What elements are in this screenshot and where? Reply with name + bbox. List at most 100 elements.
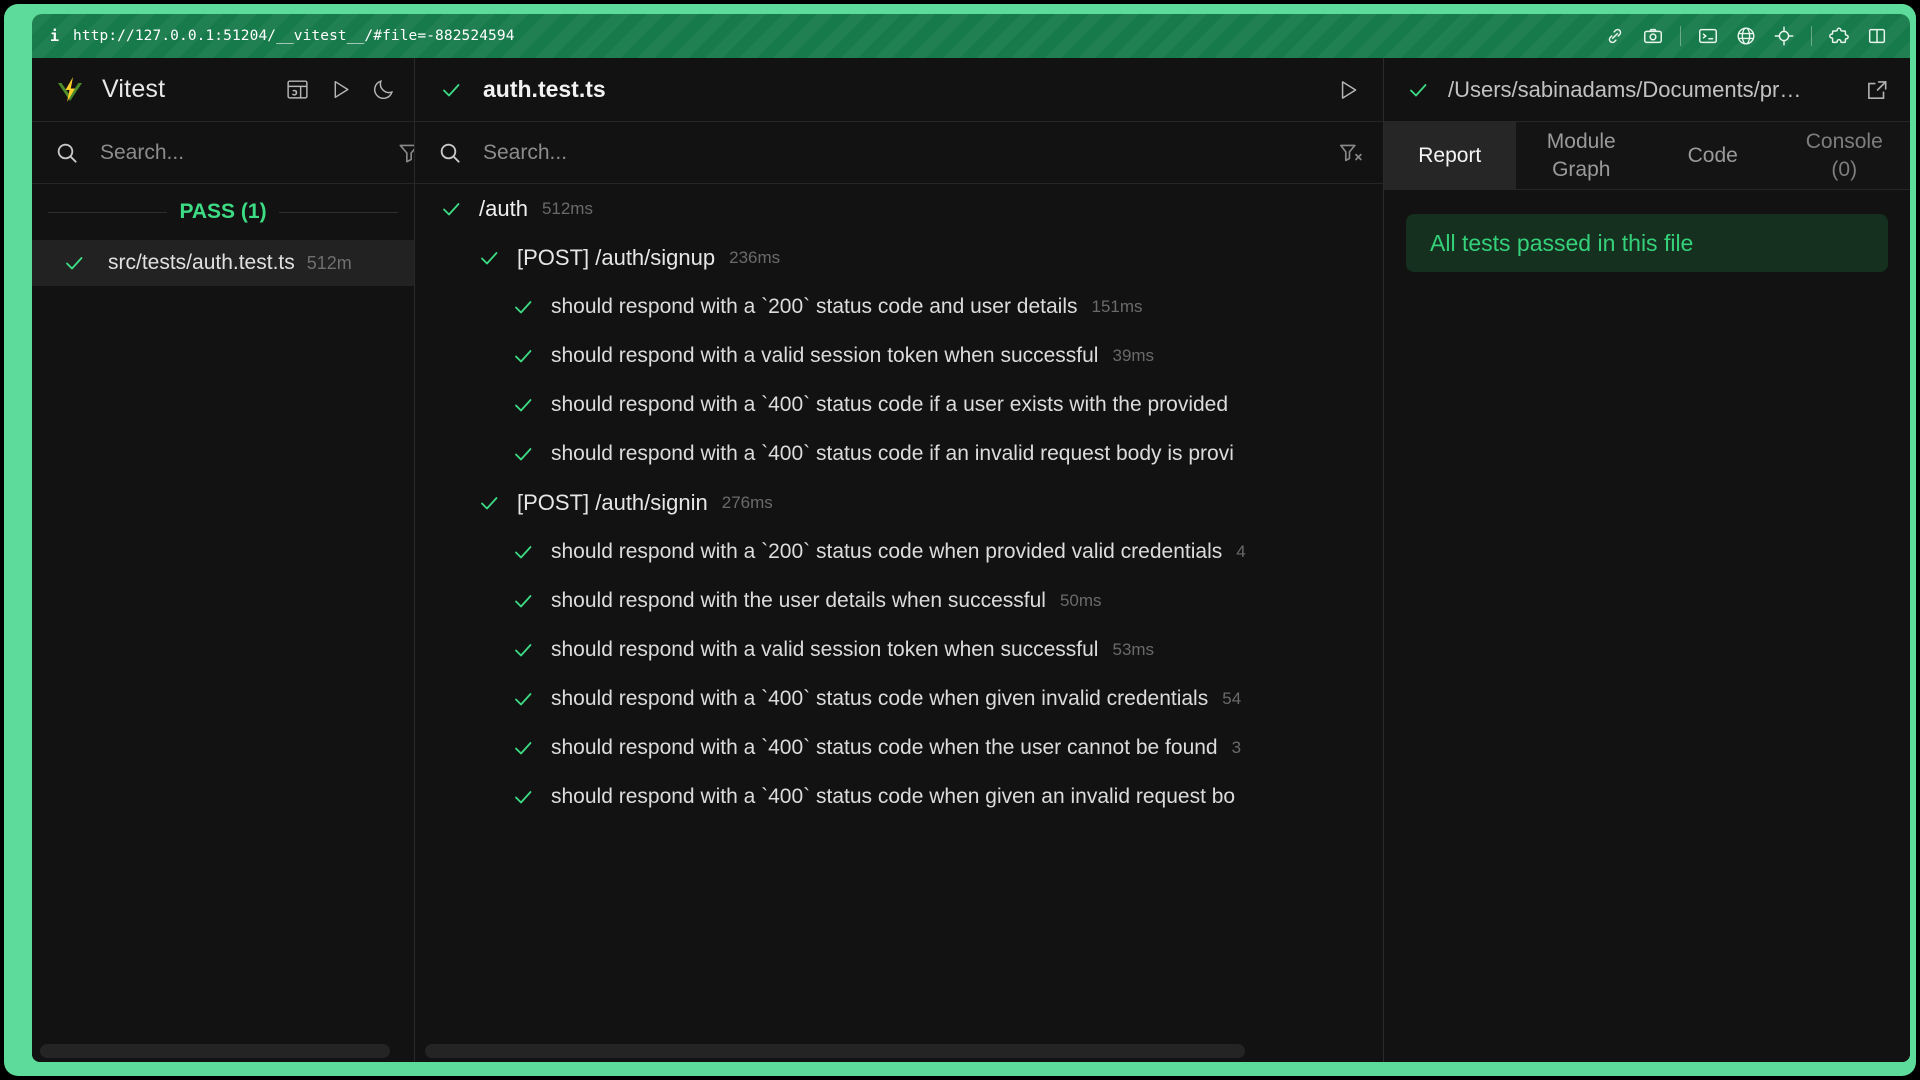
test-tree-row[interactable]: should respond with a `400` status code … xyxy=(415,772,1383,821)
test-duration: 4 xyxy=(1236,542,1245,562)
check-icon xyxy=(511,785,535,809)
check-icon xyxy=(511,736,535,760)
check-icon xyxy=(439,78,463,102)
test-name: should respond with a `400` status code … xyxy=(551,442,1234,466)
sidebar-horizontal-scrollbar[interactable] xyxy=(40,1044,390,1058)
target-icon[interactable] xyxy=(1773,25,1795,47)
test-tree-row[interactable]: /auth512ms xyxy=(415,184,1383,233)
check-icon xyxy=(511,442,535,466)
test-tree-row[interactable]: [POST] /auth/signup236ms xyxy=(415,233,1383,282)
test-duration: 3 xyxy=(1232,738,1241,758)
dashboard-icon[interactable] xyxy=(285,77,310,102)
filter-icon[interactable] xyxy=(396,140,415,166)
tab-console[interactable]: Console(0) xyxy=(1779,122,1911,189)
split-panel-icon[interactable] xyxy=(1866,25,1888,47)
divider xyxy=(1811,26,1812,46)
test-duration: 276ms xyxy=(722,493,773,513)
tab-label: Module xyxy=(1547,128,1616,156)
test-file-header: auth.test.ts xyxy=(415,58,1383,122)
check-icon xyxy=(511,589,535,613)
test-name: should respond with the user details whe… xyxy=(551,589,1046,613)
test-tree-row[interactable]: should respond with a `400` status code … xyxy=(415,723,1383,772)
test-tree-row[interactable]: should respond with a `200` status code … xyxy=(415,282,1383,331)
report-panel: /Users/sabinadams/Documents/pr… Report Mo… xyxy=(1384,58,1910,1062)
test-name: should respond with a `200` status code … xyxy=(551,295,1078,319)
camera-icon[interactable] xyxy=(1642,25,1664,47)
test-tree-row[interactable]: should respond with a `400` status code … xyxy=(415,429,1383,478)
divider xyxy=(1680,26,1681,46)
tab-module[interactable]: ModuleGraph xyxy=(1516,122,1648,189)
check-icon xyxy=(511,393,535,417)
url-bar[interactable]: i http://127.0.0.1:51204/__vitest__/#fil… xyxy=(32,14,1910,58)
check-icon xyxy=(62,251,86,275)
tab-report[interactable]: Report xyxy=(1384,122,1516,189)
sidebar-header: Vitest xyxy=(32,58,414,122)
test-detail-panel: auth.test.ts /auth512ms[POST] /auth/sign… xyxy=(415,58,1384,1062)
info-icon: i xyxy=(50,27,59,45)
tab-sublabel: (0) xyxy=(1831,156,1857,184)
run-file-icon[interactable] xyxy=(1335,77,1361,103)
test-tree-row[interactable]: [POST] /auth/signin 276ms xyxy=(415,478,1383,527)
test-name: [POST] /auth/signin xyxy=(517,490,708,516)
check-icon xyxy=(511,344,535,368)
tab-sublabel: Graph xyxy=(1552,156,1610,184)
test-duration: 39ms xyxy=(1112,346,1154,366)
file-path: /Users/sabinadams/Documents/pr… xyxy=(1448,77,1801,103)
tab-code[interactable]: Code xyxy=(1647,122,1779,189)
vitest-logo-icon xyxy=(54,74,86,106)
test-tree-row[interactable]: should respond with a valid session toke… xyxy=(415,331,1383,380)
terminal-icon[interactable] xyxy=(1697,25,1719,47)
test-panel-horizontal-scrollbar[interactable] xyxy=(425,1044,1245,1058)
check-icon xyxy=(477,246,501,270)
url-text: http://127.0.0.1:51204/__vitest__/#file=… xyxy=(73,28,515,44)
app-title: Vitest xyxy=(102,75,165,104)
tab-label: Code xyxy=(1688,142,1738,170)
test-search-row[interactable] xyxy=(415,122,1383,184)
filter-clear-icon[interactable] xyxy=(1337,140,1363,166)
test-duration: 151ms xyxy=(1092,297,1143,317)
vitest-ui: Vitest PASS (1) src/tests/auth.tes xyxy=(32,58,1910,1062)
test-name: should respond with a valid session toke… xyxy=(551,344,1098,368)
test-name: should respond with a `400` status code … xyxy=(551,785,1235,809)
link-icon[interactable] xyxy=(1604,25,1626,47)
test-name: should respond with a `400` status code … xyxy=(551,736,1218,760)
divider xyxy=(48,212,167,213)
test-duration: 50ms xyxy=(1060,591,1102,611)
test-duration: 53ms xyxy=(1112,640,1154,660)
test-tree-row[interactable]: should respond with a `200` status code … xyxy=(415,527,1383,576)
sidebar-header-actions xyxy=(285,77,396,102)
run-all-icon[interactable] xyxy=(328,77,353,102)
search-input[interactable] xyxy=(100,141,414,165)
search-icon xyxy=(437,140,463,166)
test-search-input[interactable] xyxy=(483,141,1383,165)
test-tree-row[interactable]: should respond with a `400` status code … xyxy=(415,674,1383,723)
report-message: All tests passed in this file xyxy=(1430,230,1693,257)
sidebar-item-test-file[interactable]: src/tests/auth.test.ts 512m xyxy=(32,240,414,286)
pass-count-label: PASS (1) xyxy=(179,200,266,224)
test-duration: 236ms xyxy=(729,248,780,268)
tab-label: Report xyxy=(1418,142,1481,170)
check-icon xyxy=(511,687,535,711)
test-name: /auth xyxy=(479,196,528,222)
globe-icon[interactable] xyxy=(1735,25,1757,47)
puzzle-icon[interactable] xyxy=(1828,25,1850,47)
test-file-name: src/tests/auth.test.ts xyxy=(108,251,295,275)
test-tree: /auth512ms[POST] /auth/signup236ms should… xyxy=(415,184,1383,1062)
url-bar-icons xyxy=(1604,25,1910,47)
test-tree-row[interactable]: should respond with a valid session toke… xyxy=(415,625,1383,674)
sidebar-search-row[interactable] xyxy=(32,122,414,184)
test-tree-row[interactable]: should respond with the user details whe… xyxy=(415,576,1383,625)
check-icon xyxy=(477,491,501,515)
dark-mode-icon[interactable] xyxy=(371,77,396,102)
check-icon xyxy=(439,197,463,221)
external-link-icon[interactable] xyxy=(1864,77,1890,103)
browser-frame: i http://127.0.0.1:51204/__vitest__/#fil… xyxy=(4,4,1916,1076)
sidebar: Vitest PASS (1) src/tests/auth.tes xyxy=(32,58,415,1062)
check-icon xyxy=(511,295,535,319)
check-icon xyxy=(1406,78,1430,102)
check-icon xyxy=(511,540,535,564)
tab-label: Console xyxy=(1806,128,1883,156)
test-tree-row[interactable]: should respond with a `400` status code … xyxy=(415,380,1383,429)
test-duration: 54 xyxy=(1222,689,1241,709)
search-icon xyxy=(54,140,80,166)
